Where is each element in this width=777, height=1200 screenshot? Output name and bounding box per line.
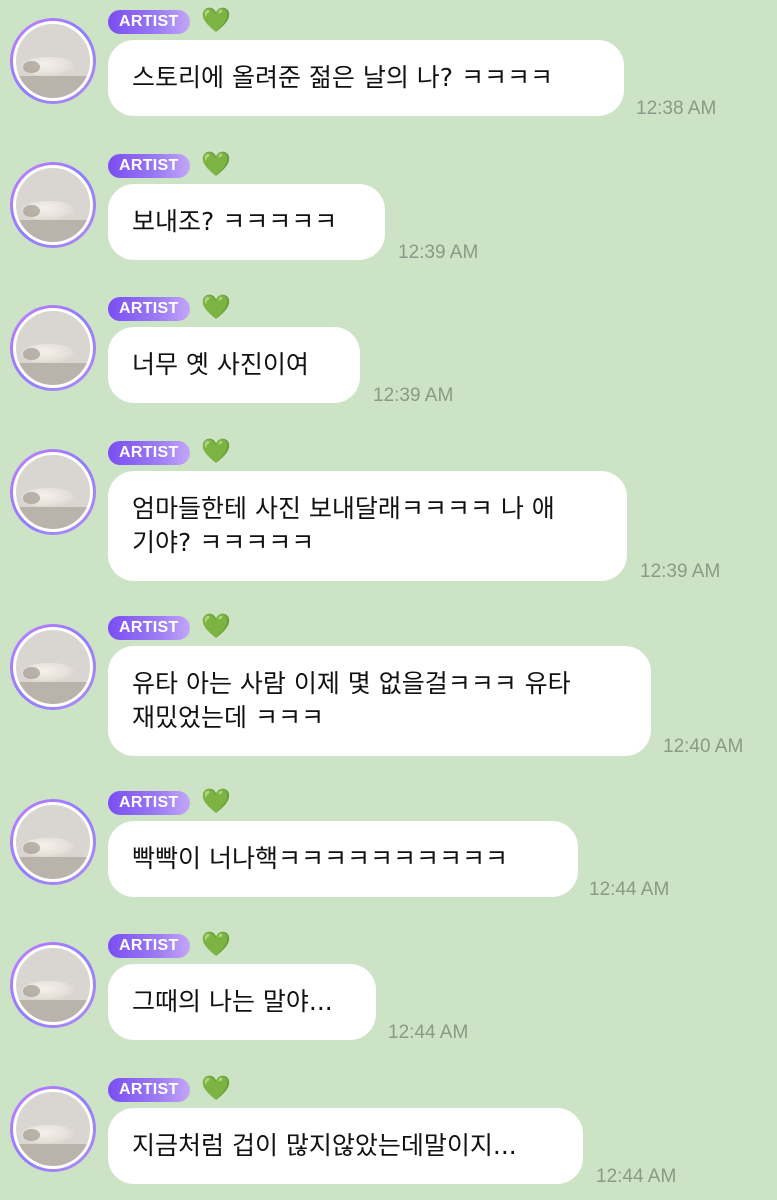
- message-timestamp: 12:39 AM: [640, 561, 721, 582]
- message-bubble[interactable]: 스토리에 올려준 젊은 날의 나? ㅋㅋㅋㅋ: [108, 40, 624, 116]
- avatar-photo: [13, 165, 93, 245]
- avatar-photo: [13, 802, 93, 882]
- green-heart-icon: 💚: [201, 293, 231, 321]
- message-bubble[interactable]: 엄마들한테 사진 보내달래ㅋㅋㅋㅋ 나 애 기야? ㅋㅋㅋㅋㅋ: [108, 471, 627, 581]
- artist-badge: ARTIST: [108, 791, 190, 815]
- green-heart-icon: 💚: [201, 612, 231, 640]
- artist-badge: ARTIST: [108, 616, 190, 640]
- artist-avatar[interactable]: [10, 624, 96, 710]
- artist-avatar[interactable]: [10, 799, 96, 885]
- message-timestamp: 12:39 AM: [398, 242, 479, 263]
- message-timestamp: 12:38 AM: [636, 98, 717, 119]
- artist-badge: ARTIST: [108, 1078, 190, 1102]
- artist-avatar[interactable]: [10, 305, 96, 391]
- message-timestamp: 12:44 AM: [589, 879, 670, 900]
- artist-avatar[interactable]: [10, 1086, 96, 1172]
- artist-avatar[interactable]: [10, 449, 96, 535]
- artist-badge: ARTIST: [108, 154, 190, 178]
- avatar-photo: [13, 945, 93, 1025]
- green-heart-icon: 💚: [201, 437, 231, 465]
- message-timestamp: 12:44 AM: [388, 1022, 469, 1043]
- message-bubble[interactable]: 보내조? ㅋㅋㅋㅋㅋ: [108, 184, 385, 260]
- message-bubble[interactable]: 그때의 나는 말야...: [108, 964, 376, 1040]
- green-heart-icon: 💚: [201, 930, 231, 958]
- avatar-photo: [13, 1089, 93, 1169]
- message-bubble[interactable]: 유타 아는 사람 이제 몇 없을걸ㅋㅋㅋ 유타 재밌었는데 ㅋㅋㅋ: [108, 646, 651, 756]
- green-heart-icon: 💚: [201, 6, 231, 34]
- avatar-photo: [13, 627, 93, 707]
- message-timestamp: 12:39 AM: [373, 385, 454, 406]
- green-heart-icon: 💚: [201, 787, 231, 815]
- artist-avatar[interactable]: [10, 162, 96, 248]
- artist-avatar[interactable]: [10, 942, 96, 1028]
- message-bubble[interactable]: 지금처럼 겁이 많지않았는데말이지...: [108, 1108, 583, 1184]
- message-bubble[interactable]: 너무 옛 사진이여: [108, 327, 360, 403]
- artist-avatar[interactable]: [10, 18, 96, 104]
- artist-badge: ARTIST: [108, 10, 190, 34]
- green-heart-icon: 💚: [201, 1074, 231, 1102]
- message-timestamp: 12:44 AM: [596, 1166, 677, 1187]
- avatar-photo: [13, 308, 93, 388]
- message-timestamp: 12:40 AM: [663, 736, 744, 757]
- artist-badge: ARTIST: [108, 297, 190, 321]
- avatar-photo: [13, 452, 93, 532]
- artist-badge: ARTIST: [108, 441, 190, 465]
- artist-badge: ARTIST: [108, 934, 190, 958]
- message-bubble[interactable]: 빡빡이 너나핵ㅋㅋㅋㅋㅋㅋㅋㅋㅋㅋ: [108, 821, 578, 897]
- avatar-photo: [13, 21, 93, 101]
- green-heart-icon: 💚: [201, 150, 231, 178]
